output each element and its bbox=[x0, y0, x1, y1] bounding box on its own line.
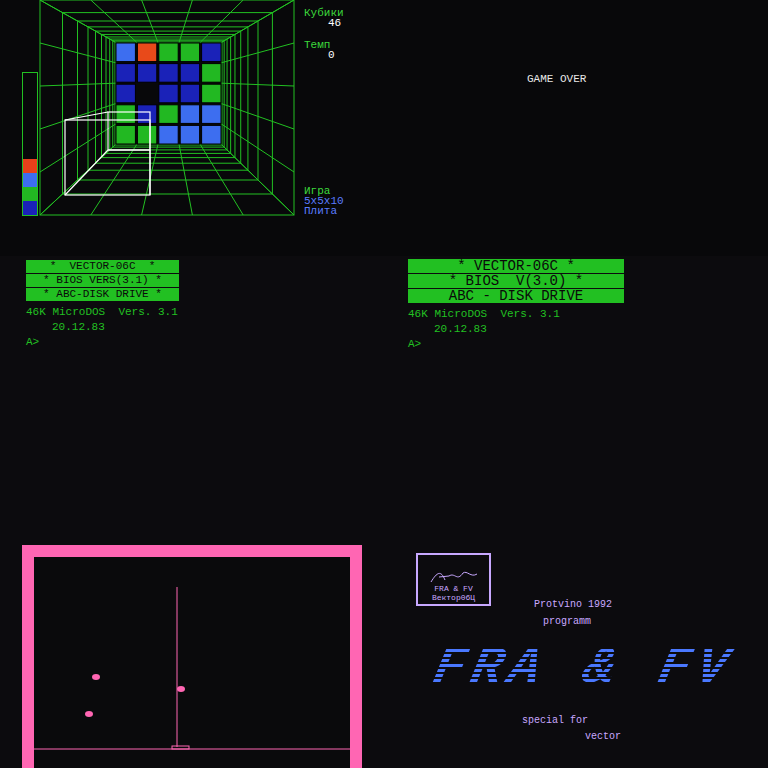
board-cell bbox=[137, 64, 156, 83]
boot-line: 20.12.83 bbox=[408, 322, 768, 337]
depth-level bbox=[23, 173, 37, 187]
boot-banner: * BIOS VERS(3.1) * bbox=[26, 274, 179, 287]
board-cell bbox=[180, 84, 199, 103]
boot-banner: * VECTOR-06C * bbox=[26, 260, 179, 273]
boot-line: 46K MicroDOS Vers. 3.1 bbox=[26, 305, 384, 320]
paddle-game-screen bbox=[0, 512, 384, 768]
boot-banner: * ABC-DISK DRIVE * bbox=[26, 288, 179, 301]
ball bbox=[177, 686, 185, 692]
boot-line: 46K MicroDOS Vers. 3.1 bbox=[408, 307, 768, 322]
boot-screen: * VECTOR-06C ** BIOS VERS(3.1) ** ABC-DI… bbox=[0, 256, 384, 512]
boot-banner: * BIOS V(3.0) * bbox=[408, 274, 624, 288]
depth-level bbox=[23, 187, 37, 201]
place: Protvino 1992 bbox=[416, 599, 768, 611]
board-cell bbox=[202, 84, 221, 103]
prompt[interactable]: A> bbox=[408, 337, 768, 352]
game-well bbox=[38, 0, 296, 216]
board-cell bbox=[202, 43, 221, 62]
boot-banner: ABC - DISK DRIVE bbox=[408, 289, 624, 303]
board-cell bbox=[159, 43, 178, 62]
stat: Темп0 bbox=[304, 40, 344, 60]
board-cell bbox=[202, 105, 221, 124]
board-cell bbox=[137, 105, 156, 124]
boot-line: 20.12.83 bbox=[26, 320, 384, 335]
signature-icon bbox=[429, 570, 479, 584]
boot-screen: * VECTOR-06C ** BIOS V(3.0) *ABC - DISK … bbox=[384, 256, 768, 512]
board-cell bbox=[202, 125, 221, 144]
board-cell bbox=[116, 43, 135, 62]
blockout-screen: Кубики46 Темп0 Игра5x5x10Плита bbox=[0, 0, 384, 256]
play-field bbox=[22, 545, 362, 768]
boot-banner: * VECTOR-06C * bbox=[408, 259, 624, 273]
board-cell bbox=[159, 105, 178, 124]
game-over-screen: GAME OVER bbox=[384, 0, 768, 256]
board-cell bbox=[180, 64, 199, 83]
paddle bbox=[172, 746, 189, 749]
board-cell bbox=[116, 125, 135, 144]
logo-text: Вектор06Ц bbox=[432, 593, 475, 602]
falling-piece bbox=[65, 112, 150, 195]
logo-box: FRA & FVВектор06Ц bbox=[416, 553, 491, 606]
field-drawing bbox=[34, 557, 350, 768]
board-cell bbox=[180, 43, 199, 62]
logo-text: FRA & FV bbox=[434, 584, 472, 593]
screenshot-collage: Кубики46 Темп0 Игра5x5x10Плита GAME OVER * V… bbox=[0, 0, 768, 768]
intro-screen: FRA & FVВектор06ЦProtvino 1992programmFR… bbox=[384, 512, 768, 768]
prompt[interactable]: A> bbox=[26, 335, 384, 350]
board-cell bbox=[116, 84, 135, 103]
footer-line: special for bbox=[416, 714, 768, 728]
subtitle: programm bbox=[416, 616, 768, 628]
board-cell bbox=[116, 105, 135, 124]
ball bbox=[85, 711, 93, 717]
depth-meter bbox=[22, 72, 38, 216]
board-cell bbox=[159, 84, 178, 103]
board-cell bbox=[159, 125, 178, 144]
depth-level bbox=[23, 201, 37, 215]
stat: Кубики46 bbox=[304, 8, 344, 28]
game-over-text: GAME OVER bbox=[527, 73, 586, 85]
board-cell bbox=[159, 64, 178, 83]
ball bbox=[92, 674, 100, 680]
title: FRA & FV bbox=[411, 644, 768, 694]
board-cell bbox=[202, 64, 221, 83]
board-cell bbox=[180, 105, 199, 124]
board-cell bbox=[180, 125, 199, 144]
mode: Игра5x5x10Плита bbox=[304, 186, 344, 216]
board-cell bbox=[116, 64, 135, 83]
footer-line: vector bbox=[416, 731, 768, 743]
depth-level bbox=[23, 159, 37, 173]
board-cell bbox=[137, 43, 156, 62]
board-cell bbox=[137, 125, 156, 144]
